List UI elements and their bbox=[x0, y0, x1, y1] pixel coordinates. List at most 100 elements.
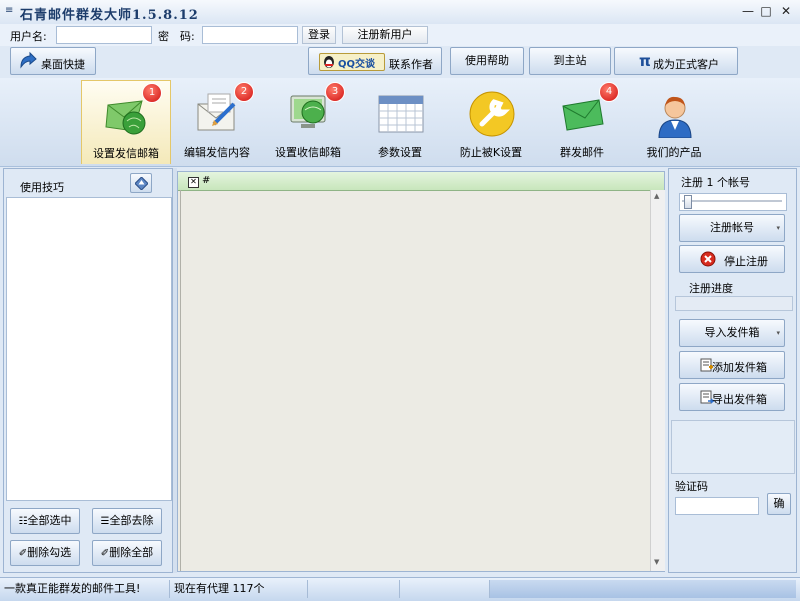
main-nav: 1 设置发信邮箱 2 编辑发信内容 3 设置收信邮箱 参数设置 防止被K设置 4… bbox=[0, 78, 800, 167]
tab-badge: 2 bbox=[234, 82, 254, 102]
sender-mailbox-grid[interactable]: ✕ # ▲ ▼ bbox=[177, 171, 665, 572]
tab-label: 设置发信邮箱 bbox=[93, 147, 159, 160]
register-user-button[interactable]: 注册新用户 bbox=[342, 26, 428, 44]
import-outbox-button[interactable]: 导入发件箱 ▾ bbox=[679, 319, 785, 347]
title-bar: ≡ 石青邮件群发大师1.5.8.12 — □ ✕ bbox=[0, 0, 800, 25]
register-progress-label: 注册进度 bbox=[689, 282, 733, 295]
tab-label: 我们的产品 bbox=[646, 146, 702, 159]
tab-badge: 3 bbox=[325, 82, 345, 102]
desktop-shortcut-button[interactable]: 桌面快捷 bbox=[10, 47, 96, 75]
delete-all-button[interactable]: ✐删除全部 bbox=[92, 540, 162, 566]
tab-label: 群发邮件 bbox=[560, 146, 604, 159]
tab-label: 防止被K设置 bbox=[459, 146, 523, 159]
column-header-number: # bbox=[202, 175, 211, 186]
scroll-up-arrow[interactable]: ▲ bbox=[654, 192, 659, 200]
become-customer-button[interactable]: π 成为正式客户 bbox=[614, 47, 738, 75]
grid-header: ✕ # bbox=[178, 172, 664, 191]
tab-badge: 1 bbox=[142, 83, 162, 103]
tab-our-products[interactable]: 我们的产品 bbox=[629, 80, 719, 164]
stop-register-label: 停止注册 bbox=[724, 255, 768, 268]
grid-divider bbox=[180, 190, 181, 571]
header-checkbox[interactable]: ✕ bbox=[188, 177, 199, 188]
register-account-label: 注册帐号 bbox=[710, 221, 754, 234]
tab-edit-content[interactable]: 2 编辑发信内容 bbox=[172, 80, 262, 164]
status-progress-area bbox=[490, 580, 796, 598]
left-panel: 使用技巧 ☷全部选中 ☰全部去除 ✐删除勾选 ✐删除全部 bbox=[3, 168, 173, 573]
tab-label: 编辑发信内容 bbox=[184, 146, 250, 159]
dropdown-arrow-icon: ▾ bbox=[776, 224, 780, 232]
minimize-button[interactable]: — bbox=[740, 4, 756, 18]
select-all-label: 全部选中 bbox=[27, 514, 72, 527]
captcha-image-area bbox=[671, 420, 795, 474]
tab-anti-block-settings[interactable]: 防止被K设置 bbox=[446, 80, 536, 164]
tab-mass-mail[interactable]: 4 群发邮件 bbox=[537, 80, 627, 164]
desktop-shortcut-label: 桌面快捷 bbox=[41, 58, 85, 71]
export-outbox-button[interactable]: 导出发件箱 bbox=[679, 383, 785, 411]
captcha-input[interactable] bbox=[675, 497, 759, 515]
captcha-label: 验证码 bbox=[675, 480, 708, 493]
dropdown-arrow-icon: ▾ bbox=[776, 329, 780, 337]
become-customer-label: 成为正式客户 bbox=[653, 58, 719, 71]
grid-scrollbar[interactable]: ▲ ▼ bbox=[650, 190, 665, 571]
delete-checked-button[interactable]: ✐删除勾选 bbox=[10, 540, 80, 566]
register-account-button[interactable]: 注册帐号 ▾ bbox=[679, 214, 785, 242]
qq-penguin-icon bbox=[324, 56, 334, 68]
shortcut-arrow-icon bbox=[20, 51, 37, 69]
deselect-all-button[interactable]: ☰全部去除 bbox=[92, 508, 162, 534]
tab-badge: 4 bbox=[599, 82, 619, 102]
tips-list[interactable] bbox=[6, 197, 172, 501]
captcha-confirm-button[interactable]: 确 bbox=[767, 493, 791, 515]
register-count-label: 注册 1 个帐号 bbox=[681, 176, 750, 189]
tab-parameter-settings[interactable]: 参数设置 bbox=[355, 80, 445, 164]
person-icon bbox=[658, 96, 692, 138]
restore-button[interactable]: □ bbox=[758, 4, 774, 18]
username-label: 用户名: bbox=[10, 30, 47, 43]
status-bar: 一款真正能群发的邮件工具! 现在有代理 117个 bbox=[0, 577, 800, 601]
slider-track bbox=[682, 200, 782, 202]
register-count-slider[interactable] bbox=[679, 193, 787, 211]
tab-label: 设置收信邮箱 bbox=[275, 146, 341, 159]
tab-label: 参数设置 bbox=[378, 146, 422, 159]
scroll-down-arrow[interactable]: ▼ bbox=[654, 558, 659, 566]
tab-recipient-mailbox[interactable]: 3 设置收信邮箱 bbox=[263, 80, 353, 164]
eraser-icon: ✐ bbox=[100, 548, 110, 559]
register-progress-bar bbox=[675, 296, 793, 311]
delete-all-label: 删除全部 bbox=[109, 546, 154, 559]
add-outbox-label: 添加发件箱 bbox=[712, 361, 767, 374]
login-button[interactable]: 登录 bbox=[302, 26, 336, 44]
status-cell-empty bbox=[308, 580, 400, 598]
status-cell-empty bbox=[400, 580, 490, 598]
qq-chat-label: QQ交谈 bbox=[338, 59, 376, 70]
add-outbox-button[interactable]: 添加发件箱 bbox=[679, 351, 785, 379]
contact-author-label: 联系作者 bbox=[389, 58, 433, 71]
stop-register-button[interactable]: 停止注册 bbox=[679, 245, 785, 273]
status-proxy-count: 现在有代理 117个 bbox=[170, 580, 308, 598]
qq-chat-badge: QQ交谈 bbox=[319, 53, 385, 71]
import-outbox-label: 导入发件箱 bbox=[704, 326, 760, 339]
main-site-button[interactable]: 到主站 bbox=[529, 47, 611, 75]
tab-sender-mailbox[interactable]: 1 设置发信邮箱 bbox=[81, 80, 171, 164]
tips-toggle-button[interactable] bbox=[130, 173, 152, 193]
username-input[interactable] bbox=[56, 26, 152, 44]
slider-thumb[interactable] bbox=[684, 195, 692, 209]
right-panel: 注册 1 个帐号 注册帐号 ▾ 停止注册 注册进度 导入发件箱 ▾ 添加发件箱 … bbox=[668, 168, 797, 573]
calendar-grid-icon bbox=[378, 95, 424, 133]
help-button[interactable]: 使用帮助 bbox=[450, 47, 524, 75]
login-bar: 用户名: 密 码: 登录 注册新用户 bbox=[0, 24, 800, 46]
diamond-arrow-icon bbox=[135, 177, 148, 190]
app-menu-icon[interactable]: ≡ bbox=[5, 6, 13, 16]
wrench-icon bbox=[469, 91, 515, 137]
close-button[interactable]: ✕ bbox=[778, 4, 794, 18]
delete-checked-label: 删除勾选 bbox=[27, 546, 72, 559]
export-outbox-label: 导出发件箱 bbox=[712, 393, 767, 406]
eraser-icon: ✐ bbox=[18, 548, 28, 559]
deselect-all-label: 全部去除 bbox=[109, 514, 154, 527]
password-input[interactable] bbox=[202, 26, 298, 44]
select-all-button[interactable]: ☷全部选中 bbox=[10, 508, 80, 534]
password-label: 密 码: bbox=[158, 30, 195, 43]
window-title: 石青邮件群发大师1.5.8.12 bbox=[20, 8, 199, 23]
status-slogan: 一款真正能群发的邮件工具! bbox=[0, 580, 170, 598]
pi-icon: π bbox=[639, 52, 651, 70]
contact-author-button[interactable]: QQ交谈 联系作者 bbox=[308, 47, 442, 75]
stop-icon bbox=[700, 251, 716, 267]
